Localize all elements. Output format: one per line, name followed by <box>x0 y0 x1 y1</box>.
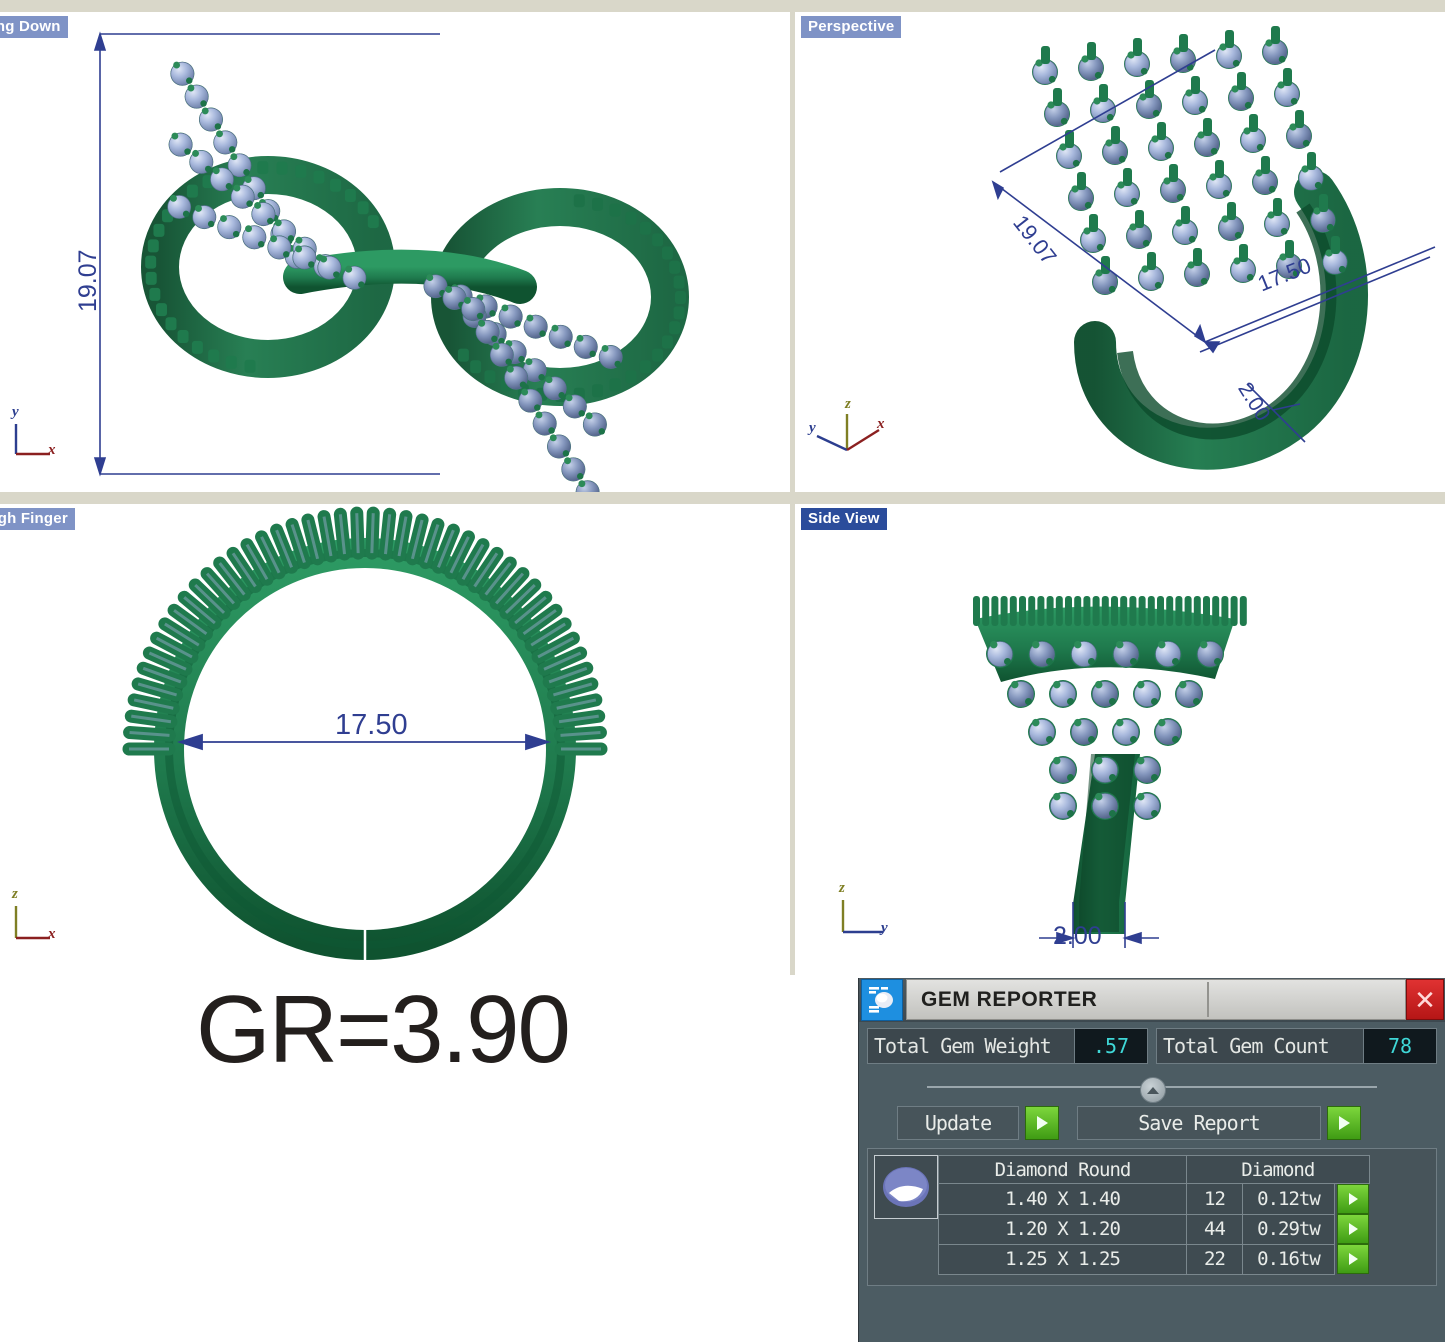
gem-report-icon <box>861 979 903 1021</box>
save-report-button-label: Save Report <box>1077 1106 1321 1140</box>
save-report-button[interactable]: Save Report <box>1077 1106 1361 1140</box>
gem-weight: 0.12tw <box>1242 1183 1335 1215</box>
viewport-label-side-view[interactable]: Side View <box>801 508 887 530</box>
gem-table-wrap: Diamond Round Diamond 1.40 X 1.40 12 0.1… <box>874 1155 1428 1275</box>
gem-size: 1.40 X 1.40 <box>938 1183 1187 1215</box>
axis-label-x: x <box>48 926 56 942</box>
row-action-cell[interactable] <box>1335 1244 1369 1274</box>
play-arrow-icon[interactable] <box>1025 1106 1059 1140</box>
gem-count: 12 <box>1186 1183 1243 1215</box>
axis-label-x: x <box>877 416 885 432</box>
table-row[interactable]: 1.40 X 1.40 12 0.12tw <box>938 1183 1369 1215</box>
viewport-separator-middle <box>0 492 1445 504</box>
gem-reporter-panel[interactable]: GEM REPORTER ✕ Total Gem Weight .57 Tota… <box>858 978 1445 1342</box>
chevron-up-icon[interactable] <box>1140 1077 1166 1103</box>
gem-size: 1.20 X 1.20 <box>938 1213 1187 1245</box>
gem-table-header-row: Diamond Round Diamond <box>938 1155 1370 1184</box>
cad-viewport-grid: king Down 19.07 y x <box>0 0 1445 975</box>
totals-row: Total Gem Weight .57 Total Gem Count 78 <box>867 1028 1437 1064</box>
axis-label-y: y <box>12 404 19 420</box>
axis-gizmo-looking-down: y x <box>10 404 58 462</box>
viewport-looking-down[interactable]: king Down 19.07 y x <box>0 12 790 492</box>
viewport-separator-top <box>0 0 1445 12</box>
play-arrow-icon[interactable] <box>1337 1244 1369 1274</box>
table-row[interactable]: 1.25 X 1.25 22 0.16tw <box>938 1243 1369 1275</box>
gem-reporter-title: GEM REPORTER <box>921 987 1098 1011</box>
titlebar-divider <box>1207 982 1209 1017</box>
total-gem-count-value: 78 <box>1364 1029 1436 1063</box>
update-button[interactable]: Update <box>897 1106 1059 1140</box>
play-arrow-icon[interactable] <box>1337 1214 1369 1244</box>
total-gem-weight-group: Total Gem Weight .57 <box>867 1028 1148 1064</box>
axis-gizmo-through-finger: z x <box>8 886 60 948</box>
gem-table: Diamond Round Diamond 1.40 X 1.40 12 0.1… <box>938 1155 1370 1275</box>
viewport-side-view[interactable]: Side View 2.00 z y <box>795 504 1445 975</box>
gem-ratio-overlay: GR=3.90 <box>196 976 571 1083</box>
viewport-through-finger[interactable]: ough Finger 17.50 z x <box>0 504 790 975</box>
row-action-cell[interactable] <box>1335 1214 1369 1244</box>
gem-reporter-title-plate: GEM REPORTER <box>906 979 1406 1020</box>
total-gem-weight-value: .57 <box>1075 1029 1147 1063</box>
action-buttons-row: Update Save Report <box>867 1106 1437 1140</box>
perspective-render <box>991 26 1436 470</box>
header-diamond-round: Diamond Round <box>938 1155 1187 1184</box>
axis-label-z: z <box>839 880 845 896</box>
axis-label-y: y <box>881 920 888 936</box>
axis-gizmo-perspective: y z x <box>809 396 889 460</box>
viewport-perspective[interactable]: Perspective 19.07 17.50 2.00 y z x <box>795 12 1445 492</box>
axis-label-z: z <box>12 886 18 902</box>
update-button-label: Update <box>897 1106 1019 1140</box>
gem-table-panel: Diamond Round Diamond 1.40 X 1.40 12 0.1… <box>867 1148 1437 1286</box>
diamond-round-thumbnail-icon[interactable] <box>874 1155 938 1219</box>
play-arrow-icon[interactable] <box>1337 1184 1369 1214</box>
close-icon[interactable]: ✕ <box>1406 979 1444 1020</box>
gem-reporter-titlebar[interactable]: GEM REPORTER ✕ <box>859 978 1445 1022</box>
gem-size: 1.25 X 1.25 <box>938 1243 1187 1275</box>
viewport-label-through-finger[interactable]: ough Finger <box>0 508 75 530</box>
gem-weight: 0.29tw <box>1242 1213 1335 1245</box>
panel-collapse-slider[interactable] <box>867 1072 1437 1103</box>
header-diamond: Diamond <box>1186 1155 1370 1184</box>
axis-label-y: y <box>809 420 816 436</box>
axis-label-z: z <box>845 396 851 412</box>
gem-count: 22 <box>1186 1243 1243 1275</box>
axis-gizmo-side-view: z y <box>835 880 899 944</box>
total-gem-count-label: Total Gem Count <box>1157 1029 1364 1063</box>
viewport-label-looking-down[interactable]: king Down <box>0 16 68 38</box>
gem-count: 44 <box>1186 1213 1243 1245</box>
axis-label-x: x <box>48 442 56 458</box>
table-row[interactable]: 1.20 X 1.20 44 0.29tw <box>938 1213 1369 1245</box>
total-gem-count-group: Total Gem Count 78 <box>1156 1028 1437 1064</box>
gem-weight: 0.16tw <box>1242 1243 1335 1275</box>
play-arrow-icon[interactable] <box>1327 1106 1361 1140</box>
dimension-label-17-50: 17.50 <box>335 709 408 741</box>
viewport-label-perspective[interactable]: Perspective <box>801 16 902 38</box>
gem-reporter-body: Total Gem Weight .57 Total Gem Count 78 … <box>859 1022 1445 1286</box>
total-gem-weight-label: Total Gem Weight <box>868 1029 1075 1063</box>
dimension-label-2-00: 2.00 <box>1053 922 1102 950</box>
looking-down-render <box>93 31 689 492</box>
row-action-cell[interactable] <box>1335 1184 1369 1214</box>
dimension-label-19-07: 19.07 <box>74 249 102 312</box>
